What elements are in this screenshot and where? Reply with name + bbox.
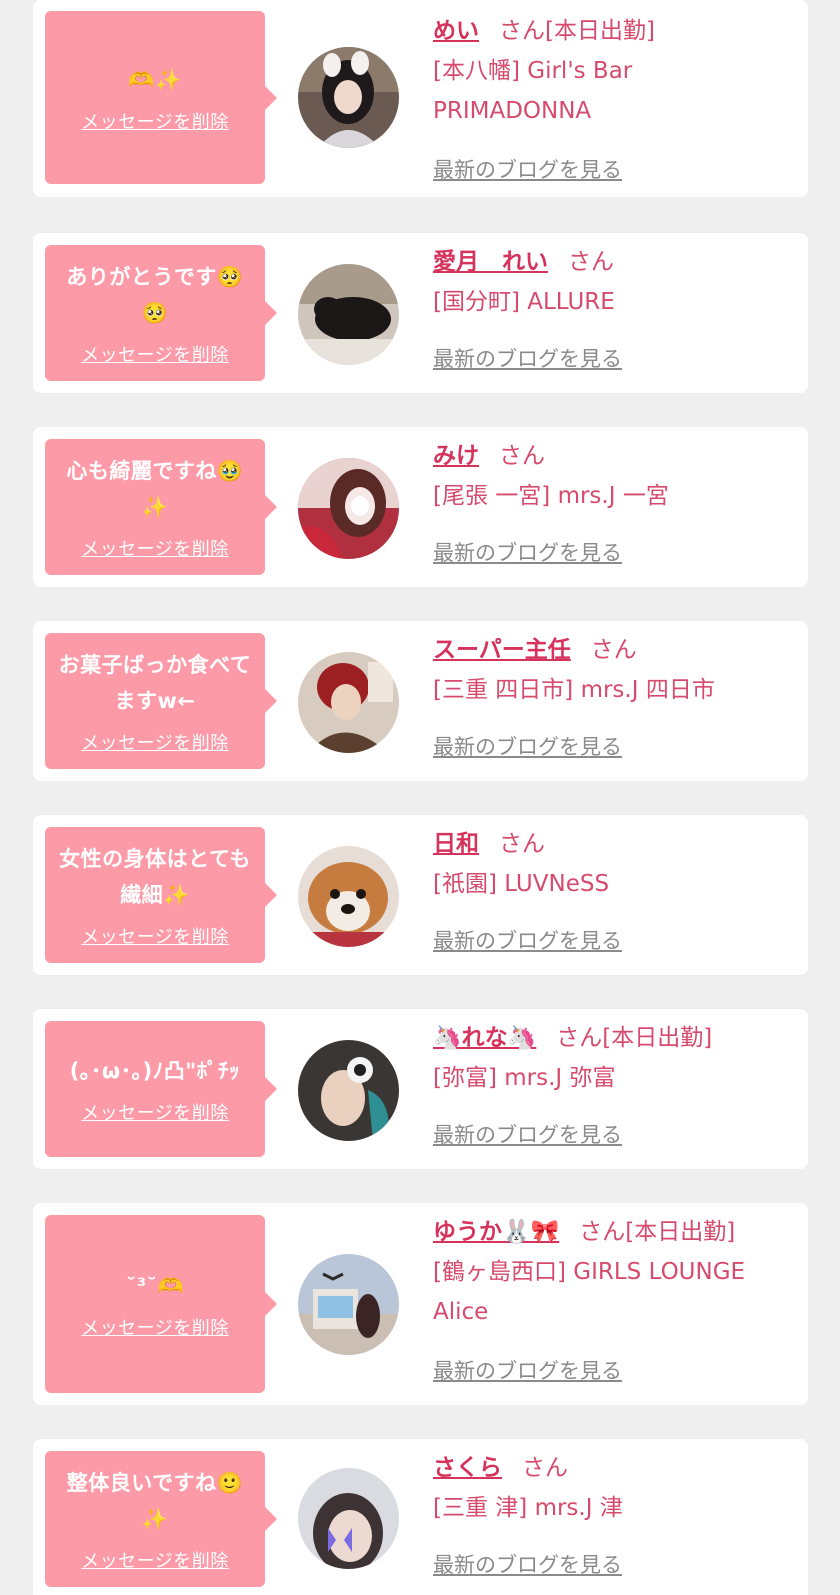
- cast-name-link[interactable]: ゆうか🐰🎀: [433, 1219, 559, 1245]
- message-text: ˘³˘🫶: [125, 1274, 185, 1298]
- girl-with-butterfly-photo-icon: [298, 1468, 399, 1569]
- cast-card: 整体良いですね🙂✨ メッセージを削除 さくら さん [三重 津] mrs.J 津 …: [33, 1439, 808, 1595]
- latest-blog-link[interactable]: 最新のブログを見る: [433, 1549, 622, 1579]
- latest-blog-link[interactable]: 最新のブログを見る: [433, 1355, 622, 1385]
- shop-name: [三重 四日市] mrs.J 四日市: [433, 677, 715, 703]
- honorific: さん: [568, 249, 614, 275]
- shop-name: [本八幡] Girl's Bar PRIMADONNA: [433, 58, 633, 124]
- avatar[interactable]: [298, 1468, 399, 1569]
- message-text: 整体良いですね🙂✨: [66, 1471, 244, 1531]
- cast-name-link[interactable]: みけ: [433, 443, 479, 469]
- name-line: 日和 さん: [433, 828, 793, 860]
- cast-card: ˘³˘🫶 メッセージを削除 ゆうか🐰🎀 さん[本日出勤] [鶴ヶ島西口] GIRL…: [33, 1203, 808, 1405]
- message-bubble: 🫶✨ メッセージを削除: [45, 11, 277, 184]
- shop-name: [鶴ヶ島西口] GIRLS LOUNGE Alice: [433, 1259, 746, 1325]
- latest-blog-link[interactable]: 最新のブログを見る: [433, 537, 622, 567]
- shop-name: [三重 津] mrs.J 津: [433, 1495, 623, 1521]
- honorific: さん: [499, 443, 545, 469]
- latest-blog-link[interactable]: 最新のブログを見る: [433, 154, 622, 184]
- favorites-message-list: 🫶✨ メッセージを削除 めい さん[本日出勤] [本八幡] Girl's Bar …: [0, 0, 840, 1595]
- shop-name: [尾張 一宮] mrs.J 一宮: [433, 483, 669, 509]
- girl-selfie-photo-icon: [298, 458, 399, 559]
- cast-info: 日和 さん [祇園] LUVNeSS: [433, 828, 793, 904]
- message-bubble: 女性の身体はとても繊細✨ メッセージを削除: [45, 827, 277, 963]
- shop-name: [弥富] mrs.J 弥富: [433, 1065, 616, 1091]
- delete-message-link[interactable]: メッセージを削除: [81, 1547, 229, 1573]
- latest-blog-link[interactable]: 最新のブログを見る: [433, 731, 622, 761]
- shop-name: [祇園] LUVNeSS: [433, 871, 610, 897]
- delete-message-link[interactable]: メッセージを削除: [81, 923, 229, 949]
- cast-card: ありがとうです🥺🥺 メッセージを削除 愛月 れい さん [国分町] ALLURE …: [33, 233, 808, 393]
- honorific: さん: [522, 1455, 568, 1481]
- honorific: さん: [499, 831, 545, 857]
- girl-with-bunny-ears-photo-icon: [298, 47, 399, 148]
- cast-info: 🦄れな🦄 さん[本日出勤] [弥富] mrs.J 弥富: [433, 1022, 793, 1098]
- avatar[interactable]: [298, 652, 399, 753]
- honorific: さん[本日出勤]: [579, 1219, 736, 1245]
- message-text: お菓子ばっか食べてますw←: [58, 653, 252, 713]
- shop-name: [国分町] ALLURE: [433, 289, 615, 315]
- name-line: さくら さん: [433, 1452, 793, 1484]
- cast-info: スーパー主任 さん [三重 四日市] mrs.J 四日市: [433, 634, 793, 710]
- delete-message-link[interactable]: メッセージを削除: [81, 729, 229, 755]
- message-bubble: 心も綺麗ですね🥹✨ メッセージを削除: [45, 439, 277, 575]
- cast-card: (｡･ω･｡)ﾉ凸"ﾎﾟﾁｯ メッセージを削除 🦄れな🦄 さん[本日出勤] [弥富…: [33, 1009, 808, 1169]
- black-cat-photo-icon: [298, 264, 399, 365]
- message-text: ありがとうです🥺🥺: [66, 265, 244, 325]
- name-line: みけ さん: [433, 440, 793, 472]
- message-bubble: ありがとうです🥺🥺 メッセージを削除: [45, 245, 277, 381]
- theme-park-photo-icon: [298, 1254, 399, 1355]
- avatar[interactable]: [298, 1254, 399, 1355]
- name-line: ゆうか🐰🎀 さん[本日出勤]: [433, 1216, 793, 1248]
- cast-name-link[interactable]: スーパー主任: [433, 637, 571, 663]
- delete-message-link[interactable]: メッセージを削除: [81, 1314, 229, 1340]
- cast-name-link[interactable]: 🦄れな🦄: [433, 1025, 536, 1051]
- delete-message-link[interactable]: メッセージを削除: [81, 108, 229, 134]
- dog-photo-icon: [298, 846, 399, 947]
- message-text: 🫶✨: [128, 67, 182, 92]
- girl-with-hair-clip-photo-icon: [298, 1040, 399, 1141]
- cast-info: さくら さん [三重 津] mrs.J 津: [433, 1452, 793, 1528]
- cast-name-link[interactable]: 愛月 れい: [433, 249, 548, 275]
- avatar[interactable]: [298, 264, 399, 365]
- cast-name-link[interactable]: めい: [433, 18, 479, 44]
- message-text: 心も綺麗ですね🥹✨: [66, 459, 244, 519]
- avatar[interactable]: [298, 1040, 399, 1141]
- cast-card: 女性の身体はとても繊細✨ メッセージを削除 日和 さん [祇園] LUVNeSS …: [33, 815, 808, 975]
- message-bubble: お菓子ばっか食べてますw← メッセージを削除: [45, 633, 277, 769]
- avatar[interactable]: [298, 846, 399, 947]
- cast-card: 🫶✨ メッセージを削除 めい さん[本日出勤] [本八幡] Girl's Bar …: [33, 0, 808, 197]
- message-text: 女性の身体はとても繊細✨: [59, 847, 251, 907]
- honorific: さん: [590, 637, 637, 663]
- latest-blog-link[interactable]: 最新のブログを見る: [433, 925, 622, 955]
- message-bubble: ˘³˘🫶 メッセージを削除: [45, 1215, 277, 1393]
- red-hair-person-photo-icon: [298, 652, 399, 753]
- name-line: めい さん[本日出勤]: [433, 15, 793, 47]
- honorific: さん[本日出勤]: [499, 18, 655, 44]
- cast-card: 心も綺麗ですね🥹✨ メッセージを削除 みけ さん [尾張 一宮] mrs.J 一宮…: [33, 427, 808, 587]
- delete-message-link[interactable]: メッセージを削除: [81, 341, 229, 367]
- cast-info: 愛月 れい さん [国分町] ALLURE: [433, 246, 793, 322]
- avatar[interactable]: [298, 47, 399, 148]
- honorific: さん[本日出勤]: [556, 1025, 713, 1051]
- cast-info: ゆうか🐰🎀 さん[本日出勤] [鶴ヶ島西口] GIRLS LOUNGE Alice: [433, 1216, 793, 1332]
- cast-name-link[interactable]: さくら: [433, 1455, 502, 1481]
- message-bubble: 整体良いですね🙂✨ メッセージを削除: [45, 1451, 277, 1587]
- delete-message-link[interactable]: メッセージを削除: [81, 1099, 229, 1125]
- avatar[interactable]: [298, 458, 399, 559]
- message-text: (｡･ω･｡)ﾉ凸"ﾎﾟﾁｯ: [69, 1059, 241, 1083]
- message-bubble: (｡･ω･｡)ﾉ凸"ﾎﾟﾁｯ メッセージを削除: [45, 1021, 277, 1157]
- cast-info: めい さん[本日出勤] [本八幡] Girl's Bar PRIMADONNA: [433, 15, 793, 131]
- latest-blog-link[interactable]: 最新のブログを見る: [433, 343, 622, 373]
- delete-message-link[interactable]: メッセージを削除: [81, 535, 229, 561]
- name-line: スーパー主任 さん: [433, 634, 793, 666]
- cast-info: みけ さん [尾張 一宮] mrs.J 一宮: [433, 440, 793, 516]
- name-line: 🦄れな🦄 さん[本日出勤]: [433, 1022, 793, 1054]
- cast-card: お菓子ばっか食べてますw← メッセージを削除 スーパー主任 さん [三重 四日市]…: [33, 621, 808, 781]
- name-line: 愛月 れい さん: [433, 246, 793, 278]
- latest-blog-link[interactable]: 最新のブログを見る: [433, 1119, 622, 1149]
- cast-name-link[interactable]: 日和: [433, 831, 479, 857]
